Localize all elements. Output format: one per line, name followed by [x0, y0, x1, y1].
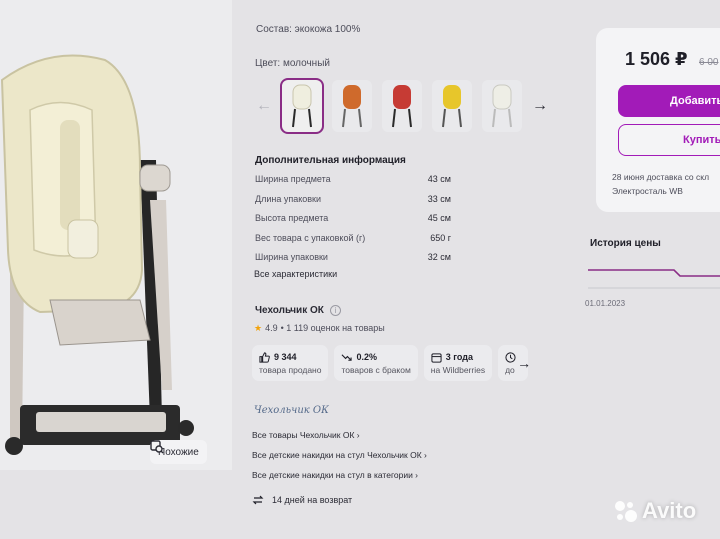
- swatch-orange[interactable]: [332, 80, 372, 132]
- delivery-info: 28 июня доставка со скл Электросталь WB: [612, 170, 709, 198]
- specs-list: Ширина предмета 43 см Длина упаковки 33 …: [255, 174, 451, 272]
- swatch-chair-icon: [442, 85, 462, 128]
- stat-defects: 0.2% товаров с браком: [334, 345, 418, 381]
- swatch-red[interactable]: [382, 80, 422, 132]
- spec-row: Вес товара с упаковкой (г) 650 г: [255, 233, 451, 253]
- stat-years: 3 года на Wildberries: [423, 345, 493, 381]
- swatch-prev-button[interactable]: ←: [256, 93, 272, 119]
- spec-row: Высота предмета 45 см: [255, 213, 451, 233]
- spec-label: Ширина предмета: [255, 174, 331, 184]
- composition-text: Состав: экокожа 100%: [256, 24, 361, 35]
- swatch-white[interactable]: [482, 80, 522, 132]
- price-history-date: 01.01.2023: [585, 299, 626, 308]
- spec-label: Высота предмета: [255, 213, 329, 223]
- rating-value: 4.9: [265, 323, 278, 333]
- seller-header[interactable]: Чехольчик ОК i: [255, 305, 341, 316]
- brand-links: Все товары Чехольчик ОК › Все детские на…: [252, 430, 427, 490]
- watermark-text: Avito: [642, 498, 697, 523]
- swatch-chair-icon: [342, 85, 362, 128]
- delivery-warehouse: Электросталь WB: [612, 186, 683, 196]
- swatch-milk[interactable]: [280, 78, 324, 134]
- all-characteristics-link[interactable]: Все характеристики: [254, 269, 337, 279]
- spec-value: 650 г: [430, 232, 451, 243]
- color-text: Цвет: молочный: [255, 58, 330, 69]
- thumbs-up-icon: [259, 351, 270, 363]
- return-text: 14 дней на возврат: [272, 495, 353, 505]
- price: 1 506 ₽: [625, 49, 688, 69]
- delivery-date: 28 июня доставка со скл: [612, 172, 710, 182]
- product-photo[interactable]: Похожие: [0, 0, 232, 470]
- similar-search-icon: [150, 440, 164, 454]
- reviews-count: • 1 119 оценок на товары: [280, 323, 385, 333]
- spec-label: Ширина упаковки: [255, 252, 328, 262]
- similar-label: Похожие: [158, 446, 199, 458]
- spec-value: 32 см: [427, 252, 451, 262]
- info-icon[interactable]: i: [329, 305, 341, 316]
- swatch-chair-icon: [292, 84, 312, 128]
- stat-caption: товара продано: [259, 364, 322, 375]
- price-history-chart[interactable]: [588, 262, 720, 292]
- stat-caption: товаров с браком: [341, 364, 411, 375]
- buy-card: 1 506 ₽ 6 00 Добавить Купить 28 июня дос…: [596, 28, 720, 212]
- stat-sold: 9 344 товара продано: [252, 345, 329, 381]
- avito-logo-icon: [615, 501, 637, 522]
- stat-value: 0.2%: [356, 352, 377, 362]
- brand-logo[interactable]: Чехольчик ОК: [254, 405, 329, 416]
- stat-value: 9 344: [274, 352, 297, 362]
- seller-name[interactable]: Чехольчик ОК: [255, 305, 324, 316]
- swatch-chair-icon: [392, 85, 412, 128]
- trend-down-icon: [341, 353, 353, 361]
- stats-next-button[interactable]: →: [512, 351, 536, 375]
- calendar-icon: [431, 352, 442, 363]
- brand-link-category[interactable]: Все детские накидки на стул в категории …: [252, 470, 427, 490]
- high-chair-image: [0, 54, 194, 455]
- swatch-chair-icon: [492, 84, 512, 128]
- swatch-yellow[interactable]: [432, 80, 472, 132]
- return-icon: [252, 495, 264, 505]
- spec-value: 43 см: [427, 174, 451, 184]
- add-to-cart-button[interactable]: Добавить: [618, 85, 720, 117]
- details-title: Дополнительная информация: [255, 155, 406, 166]
- seller-rating: ★ 4.9 • 1 119 оценок на товары: [254, 323, 385, 334]
- product-info: Состав: экокожа 100% Цвет: молочный ← → …: [252, 0, 592, 539]
- spec-row: Длина упаковки 33 см: [255, 194, 451, 214]
- stat-value: 3 года: [445, 352, 474, 362]
- color-swatches: ← →: [256, 78, 548, 134]
- avito-watermark: Avito: [612, 498, 696, 524]
- spec-label: Вес товара с упаковкой (г): [255, 232, 366, 243]
- similar-button[interactable]: Похожие: [150, 440, 207, 464]
- spec-value: 33 см: [427, 193, 451, 204]
- spec-value: 45 см: [427, 213, 451, 223]
- buy-now-button[interactable]: Купить: [618, 124, 720, 156]
- spec-row: Ширина предмета 43 см: [255, 174, 451, 194]
- spec-label: Длина упаковки: [255, 193, 322, 204]
- return-info: 14 дней на возврат: [252, 494, 352, 506]
- stat-caption: на Wildberries: [430, 364, 486, 375]
- seller-stats: 9 344 товара продано 0.2% товаров с брак…: [252, 345, 536, 381]
- brand-link-covers[interactable]: Все детские накидки на стул Чехольчик ОК…: [252, 450, 427, 470]
- swatch-next-button[interactable]: →: [532, 93, 548, 119]
- star-icon: ★: [254, 323, 263, 333]
- old-price: 6 00: [699, 57, 719, 68]
- brand-link-all[interactable]: Все товары Чехольчик ОК ›: [252, 430, 427, 450]
- price-history-title: История цены: [590, 238, 661, 249]
